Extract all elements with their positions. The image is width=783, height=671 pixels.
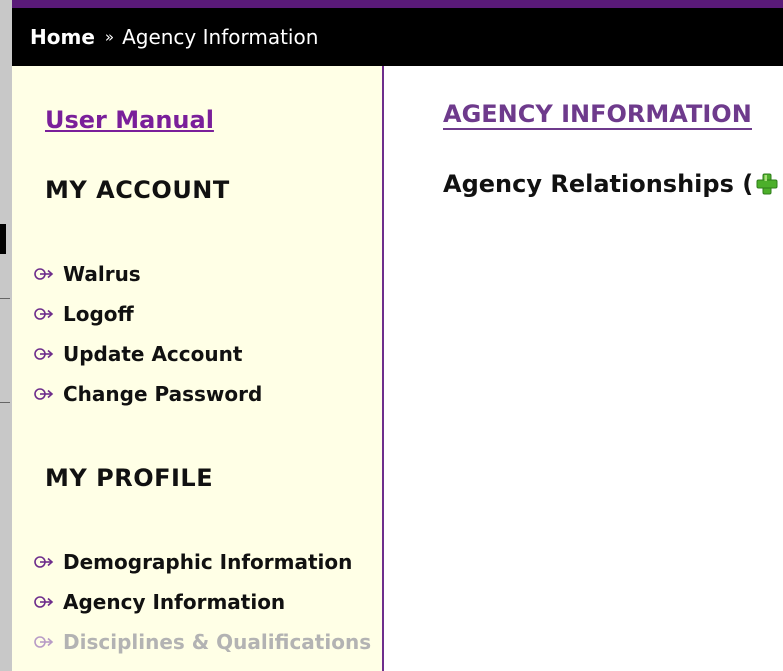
breadcrumb-home-link[interactable]: Home xyxy=(30,25,95,49)
sidebar-item-logoff[interactable]: Logoff xyxy=(33,302,134,326)
sidebar-item-disciplines-qualifications: Disciplines & Qualifications xyxy=(33,630,371,654)
sidebar-item-label: Logoff xyxy=(63,302,134,326)
breadcrumb-separator: » xyxy=(104,28,115,46)
my-account-heading: MY ACCOUNT xyxy=(45,176,230,204)
sidebar-item-label: Demographic Information xyxy=(63,550,353,574)
sidebar-item-update-account[interactable]: Update Account xyxy=(33,342,242,366)
page-title: AGENCY INFORMATION xyxy=(443,100,752,130)
sidebar: User Manual MY ACCOUNT Walrus Logoff Upd… xyxy=(12,66,384,671)
top-accent-bar xyxy=(12,0,783,8)
sidebar-item-label: Agency Information xyxy=(63,590,286,614)
agency-relationships-heading: Agency Relationships ( ) xyxy=(443,170,783,198)
arrow-right-icon xyxy=(34,308,54,320)
arrow-right-icon xyxy=(34,636,54,648)
edge-line xyxy=(0,298,10,299)
arrow-right-icon xyxy=(34,348,54,360)
my-profile-heading: MY PROFILE xyxy=(45,464,214,492)
sidebar-item-label: Change Password xyxy=(63,382,263,406)
main-content: AGENCY INFORMATION Agency Relationships … xyxy=(386,66,783,671)
sidebar-item-label: Disciplines & Qualifications xyxy=(63,630,372,654)
edge-mark xyxy=(0,224,6,254)
sidebar-item-label: Update Account xyxy=(63,342,243,366)
sidebar-item-walrus[interactable]: Walrus xyxy=(33,262,141,286)
arrow-right-icon xyxy=(34,268,54,280)
edge-line xyxy=(0,402,10,403)
sidebar-item-agency-information[interactable]: Agency Information xyxy=(33,590,285,614)
user-manual-link[interactable]: User Manual xyxy=(45,106,214,134)
sidebar-item-label: Walrus xyxy=(63,262,141,286)
sidebar-item-change-password[interactable]: Change Password xyxy=(33,382,262,406)
breadcrumb-current: Agency Information xyxy=(122,25,319,49)
arrow-right-icon xyxy=(34,388,54,400)
arrow-right-icon xyxy=(34,556,54,568)
left-edge-strip xyxy=(0,0,12,671)
breadcrumb: Home » Agency Information xyxy=(12,8,783,66)
plus-icon[interactable] xyxy=(755,172,779,196)
app-window: Home » Agency Information User Manual MY… xyxy=(0,0,783,671)
sidebar-item-demographic-information[interactable]: Demographic Information xyxy=(33,550,352,574)
arrow-right-icon xyxy=(34,596,54,608)
agency-relationships-label: Agency Relationships ( xyxy=(443,170,754,198)
